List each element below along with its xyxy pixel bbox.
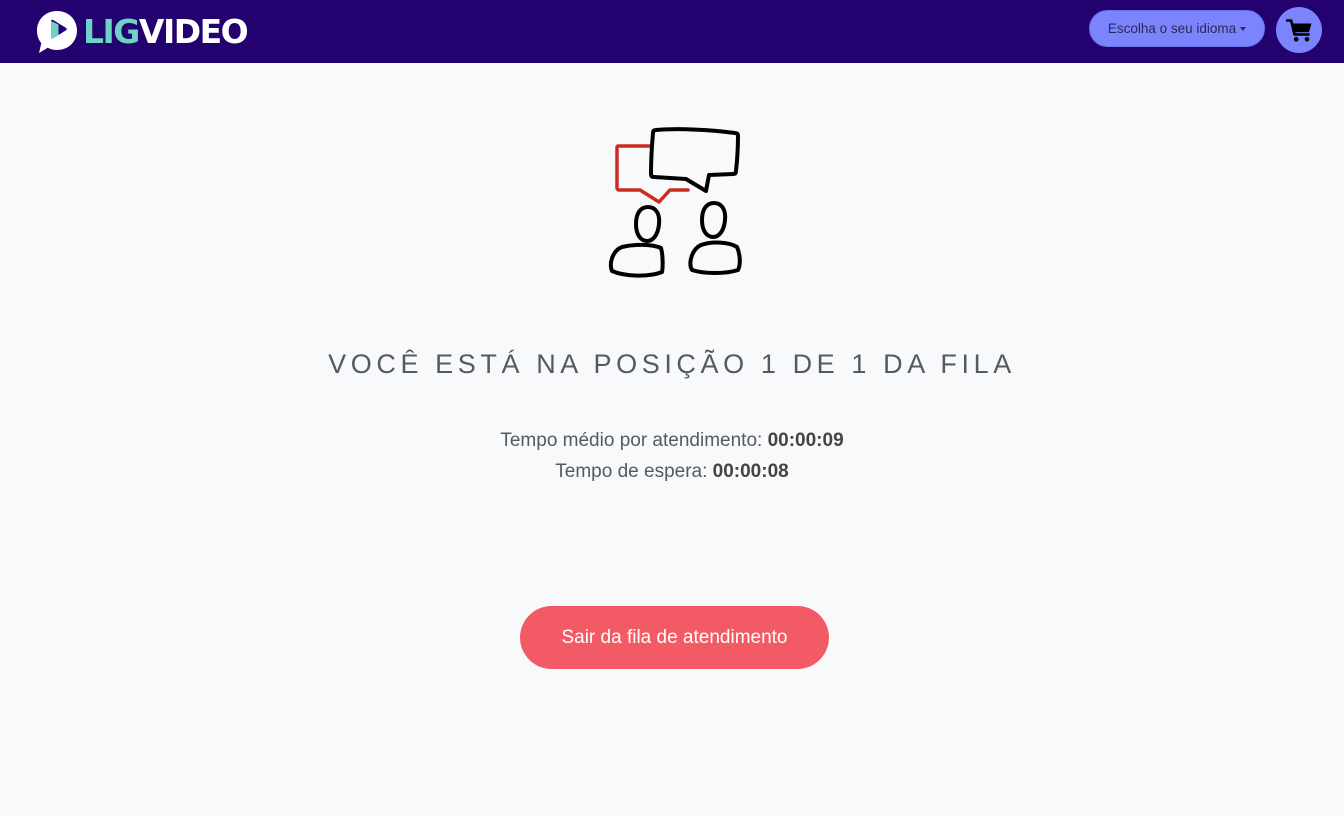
logo-text-video: VIDEO (138, 12, 249, 51)
leave-queue-button[interactable]: Sair da fila de atendimento (520, 606, 829, 669)
average-time-label: Tempo médio por atendimento: (500, 430, 763, 451)
queue-position-title: VOCÊ ESTÁ NA POSIÇÃO 1 DE 1 DA FILA (328, 349, 1016, 379)
queue-times: Tempo médio por atendimento: 00:00:09 Te… (0, 427, 1344, 489)
wait-time-row: Tempo de espera: 00:00:08 (0, 458, 1344, 489)
cart-button[interactable] (1276, 7, 1322, 53)
chat-play-logo-icon (37, 11, 77, 53)
ligvideo-logo[interactable]: LIGVIDEO (35, 9, 249, 55)
people-chatting-icon (608, 127, 742, 278)
logo-text-lig: LIG (83, 12, 140, 51)
wait-time-value: 00:00:08 (712, 461, 789, 482)
language-select-button[interactable]: Escolha o seu idioma (1089, 10, 1265, 47)
average-time-value: 00:00:09 (767, 430, 844, 451)
average-time-row: Tempo médio por atendimento: 00:00:09 (0, 427, 1344, 458)
shopping-cart-icon (1285, 18, 1311, 42)
wait-time-label: Tempo de espera: (555, 461, 708, 482)
language-select-label: Escolha o seu idioma (1107, 21, 1237, 36)
caret-down-icon (1240, 26, 1247, 31)
top-navbar: LIGVIDEO Escolha o seu idioma (0, 0, 1344, 63)
